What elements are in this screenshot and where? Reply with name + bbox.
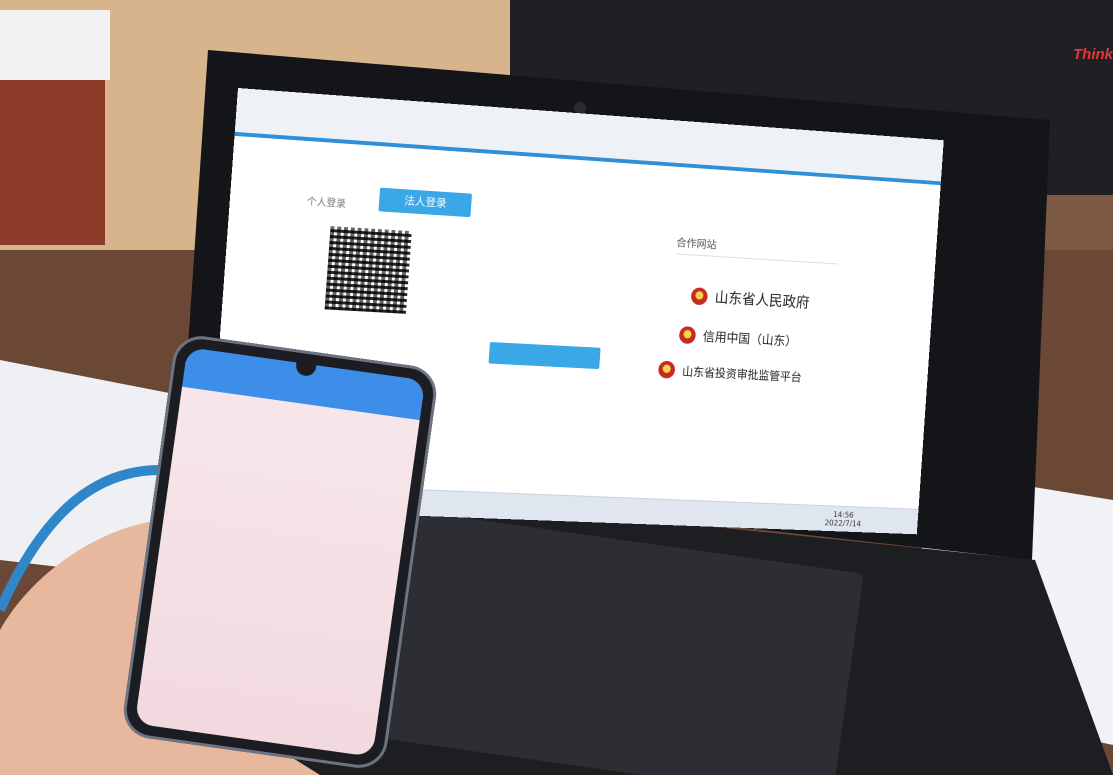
partner-label: 山东省人民政府 xyxy=(714,288,811,312)
login-button[interactable] xyxy=(488,341,601,370)
partner-link-shandong-gov[interactable]: 山东省人民政府 xyxy=(690,285,810,312)
monitor-brand: Think xyxy=(1073,46,1113,63)
national-emblem-icon xyxy=(657,360,676,379)
partner-label: 信用中国（山东） xyxy=(702,330,798,350)
clock-date: 2022/7/14 xyxy=(824,518,862,529)
qr-code xyxy=(324,226,412,314)
national-emblem-icon xyxy=(678,325,697,344)
partners-divider xyxy=(675,253,839,265)
smartphone xyxy=(123,335,437,769)
partner-label: 山东省投资审批监管平台 xyxy=(681,364,803,384)
taskbar-clock: 14:56 2022/7/14 xyxy=(824,510,862,528)
national-emblem-icon xyxy=(690,286,709,305)
cabinet xyxy=(0,75,105,245)
tab-personal-login[interactable]: 个人登录 xyxy=(306,193,346,210)
tab-legal-login[interactable]: 法人登录 xyxy=(378,187,473,218)
partner-link-credit-china[interactable]: 信用中国（山东） xyxy=(678,325,798,350)
paper-stack xyxy=(0,10,110,80)
phone-screen xyxy=(134,347,426,757)
partner-link-investment-platform[interactable]: 山东省投资审批监管平台 xyxy=(657,360,803,386)
partners-title: 合作网站 xyxy=(676,236,718,252)
